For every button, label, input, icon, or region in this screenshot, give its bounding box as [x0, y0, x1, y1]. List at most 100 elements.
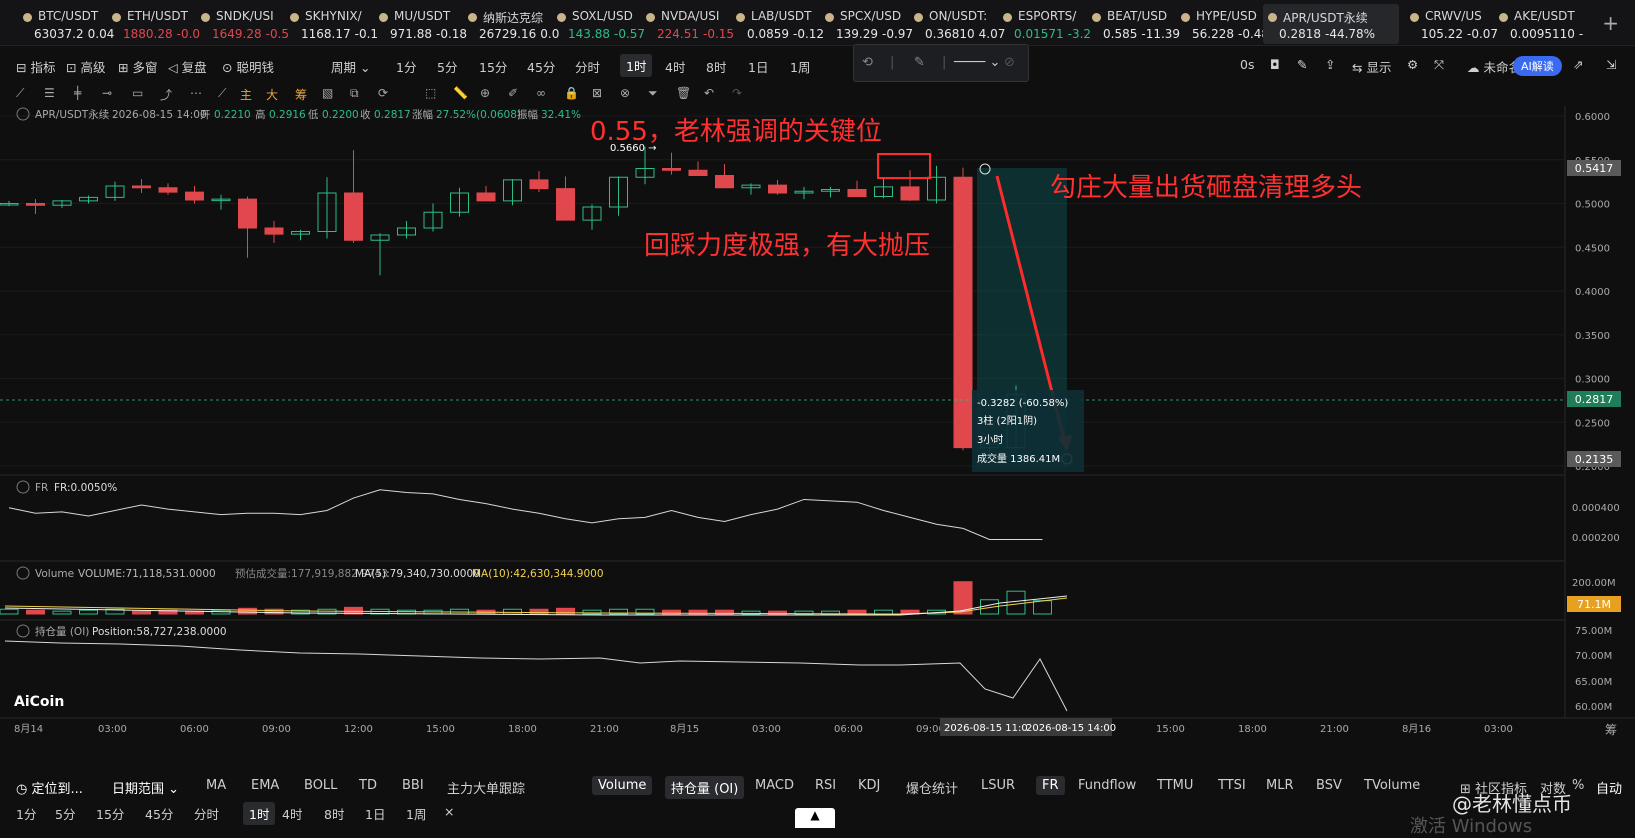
percent-toggle[interactable]: %: [1572, 778, 1584, 793]
indicator-tab-8[interactable]: MACD: [755, 778, 794, 793]
multi-window-button[interactable]: ⊞ 多窗: [118, 57, 157, 76]
bottom-period-8[interactable]: 1日: [365, 804, 385, 823]
bottom-period-0[interactable]: 1分: [16, 804, 36, 823]
indicator-tab-0[interactable]: MA: [206, 778, 226, 793]
ray-icon[interactable]: ⊸: [102, 86, 112, 100]
bottom-period-1[interactable]: 5分: [55, 804, 75, 823]
bottom-period-4[interactable]: 分时: [194, 804, 219, 823]
undo-icon[interactable]: ↶: [704, 86, 714, 100]
ticker-6[interactable]: SOXL/USD 143.88 -0.57: [552, 4, 645, 44]
period-2[interactable]: 15分: [479, 57, 507, 76]
lock-drawings-icon[interactable]: 🔒: [564, 86, 579, 100]
indicator-tab-3[interactable]: TD: [359, 778, 377, 793]
edit-icon[interactable]: ✎: [1297, 57, 1307, 72]
fullscreen-icon[interactable]: ⤧: [1434, 57, 1444, 73]
export-icon[interactable]: ⇗: [1573, 57, 1583, 72]
ticker-3[interactable]: SKHYNIX/1168.17 -0.1: [285, 4, 378, 44]
add-ticker-icon[interactable]: +: [1602, 11, 1619, 35]
period-0[interactable]: 1分: [396, 57, 416, 76]
close-icon[interactable]: ×: [444, 804, 454, 819]
bottom-period-7[interactable]: 8时: [324, 804, 344, 823]
ticker-10[interactable]: ON/USDT: 0.36810 4.07: [909, 4, 1005, 44]
indicator-tab-6[interactable]: Volume: [592, 776, 653, 795]
sidebar-toggle-icon[interactable]: ⇲: [1606, 57, 1616, 72]
indicator-tab-4[interactable]: BBI: [402, 778, 424, 793]
parallel-lines-icon[interactable]: ☰: [44, 86, 55, 100]
reset-icon[interactable]: ⟲: [862, 55, 873, 70]
indicator-button[interactable]: ⊟ 指标: [16, 57, 55, 76]
indicator-tab-16[interactable]: TTSI: [1218, 778, 1246, 793]
display-button[interactable]: ⇆ 显示: [1352, 57, 1391, 76]
trash-icon[interactable]: 🗑: [676, 86, 691, 100]
zoom-icon[interactable]: ⊕: [480, 86, 490, 100]
marker-icon[interactable]: ✐: [508, 86, 518, 100]
chips-tool[interactable]: 筹: [295, 86, 307, 103]
date-range-dropdown[interactable]: 日期范围 ⌄: [112, 778, 179, 797]
ticker-8[interactable]: LAB/USDT 0.0859 -0.12: [731, 4, 824, 44]
ticker-1[interactable]: ETH/USDT 1880.28 -0.0: [107, 4, 200, 44]
chart-area[interactable]: 0.55，老林强调的关键位 回踩力度极强，有大抛压 勾庄大量出货砸盘清理多头 0…: [0, 106, 1635, 756]
bottom-period-9[interactable]: 1周: [406, 804, 426, 823]
period-3[interactable]: 45分: [527, 57, 555, 76]
link-icon[interactable]: ∞: [536, 86, 546, 100]
period-5[interactable]: 1时: [620, 54, 653, 77]
indicator-tab-14[interactable]: Fundflow: [1078, 778, 1136, 793]
locate-button[interactable]: ◷ 定位到...: [16, 778, 83, 797]
smart-money-button[interactable]: ⊙ 聪明钱: [222, 57, 274, 76]
ticker-14[interactable]: APR/USDT永续 0.2818 -44.78%: [1263, 4, 1399, 44]
bottom-period-5[interactable]: 1时: [243, 802, 276, 825]
period-1[interactable]: 5分: [437, 57, 457, 76]
lock-icon[interactable]: ⊘: [1004, 55, 1015, 70]
chip-icon[interactable]: 筹: [1605, 723, 1617, 737]
indicator-tab-15[interactable]: TTMU: [1157, 778, 1193, 793]
ticker-9[interactable]: SPCX/USD 139.29 -0.97: [820, 4, 913, 44]
rectangle-icon[interactable]: ▭: [132, 86, 143, 100]
indicator-tab-19[interactable]: TVolume: [1364, 778, 1420, 793]
indicator-tab-12[interactable]: LSUR: [981, 778, 1015, 793]
path-icon[interactable]: ⤴: [160, 86, 172, 103]
indicator-tab-17[interactable]: MLR: [1266, 778, 1294, 793]
indicator-tab-9[interactable]: RSI: [815, 778, 836, 793]
ticker-0[interactable]: BTC/USDT 63037.2 0.04: [18, 4, 114, 44]
ticker-13[interactable]: HYPE/USD 56.228 -0.48: [1176, 4, 1269, 44]
advanced-button[interactable]: ⊡ 高级: [66, 57, 105, 76]
pen-icon[interactable]: ✎: [914, 55, 925, 70]
ticker-12[interactable]: BEAT/USD 0.585 -11.39: [1087, 4, 1180, 44]
filter-icon[interactable]: ⏷: [648, 86, 658, 101]
brush-icon[interactable]: ⟋: [218, 86, 226, 101]
indicator-tab-13[interactable]: FR: [1036, 776, 1065, 795]
ticker-5[interactable]: 纳斯达克综 26729.16 0.0: [463, 4, 559, 44]
bottom-period-6[interactable]: 4时: [282, 804, 302, 823]
big-order-tool[interactable]: 大: [266, 86, 278, 103]
magnet-icon[interactable]: ⊗: [620, 86, 630, 100]
select-icon[interactable]: ⬚: [425, 86, 436, 100]
settings-icon[interactable]: ⚙: [1407, 57, 1418, 72]
camera-icon[interactable]: ◘: [1270, 57, 1280, 72]
indicator-tab-11[interactable]: 爆仓统计: [906, 778, 958, 797]
more-tools-icon[interactable]: ⋯: [190, 86, 202, 100]
ticker-2[interactable]: SNDK/USI 1649.28 -0.5: [196, 4, 289, 44]
indicator-tab-1[interactable]: EMA: [251, 778, 279, 793]
ai-interpret-button[interactable]: AI解读: [1513, 56, 1562, 76]
grid-icon[interactable]: ▧: [322, 86, 333, 100]
indicator-tab-5[interactable]: 主力大单跟踪: [447, 778, 525, 797]
period-6[interactable]: 4时: [665, 57, 685, 76]
auto-toggle[interactable]: 自动: [1596, 778, 1622, 797]
copy-icon[interactable]: ⧉: [350, 86, 359, 101]
rotate-icon[interactable]: ⟳: [378, 86, 388, 100]
ticker-4[interactable]: MU/USDT 971.88 -0.18: [374, 4, 467, 44]
period-8[interactable]: 1日: [748, 57, 768, 76]
indicator-tab-7[interactable]: 持仓量 (OI): [665, 776, 745, 799]
bottom-period-3[interactable]: 45分: [145, 804, 173, 823]
redo-icon[interactable]: ↷: [732, 86, 742, 100]
ruler-icon[interactable]: 📏: [453, 86, 468, 100]
indicator-tab-2[interactable]: BOLL: [304, 778, 337, 793]
trend-line-icon[interactable]: ⟋: [16, 86, 24, 101]
collapse-panel-icon[interactable]: ▲: [795, 808, 835, 828]
period-9[interactable]: 1周: [790, 57, 810, 76]
hide-drawings-icon[interactable]: ⊠: [592, 86, 602, 100]
ticker-7[interactable]: NVDA/USI 224.51 -0.15: [641, 4, 734, 44]
replay-button[interactable]: ◁ 复盘: [168, 57, 207, 76]
indicator-tab-18[interactable]: BSV: [1316, 778, 1342, 793]
horizontal-line-icon[interactable]: ╪: [74, 86, 81, 100]
